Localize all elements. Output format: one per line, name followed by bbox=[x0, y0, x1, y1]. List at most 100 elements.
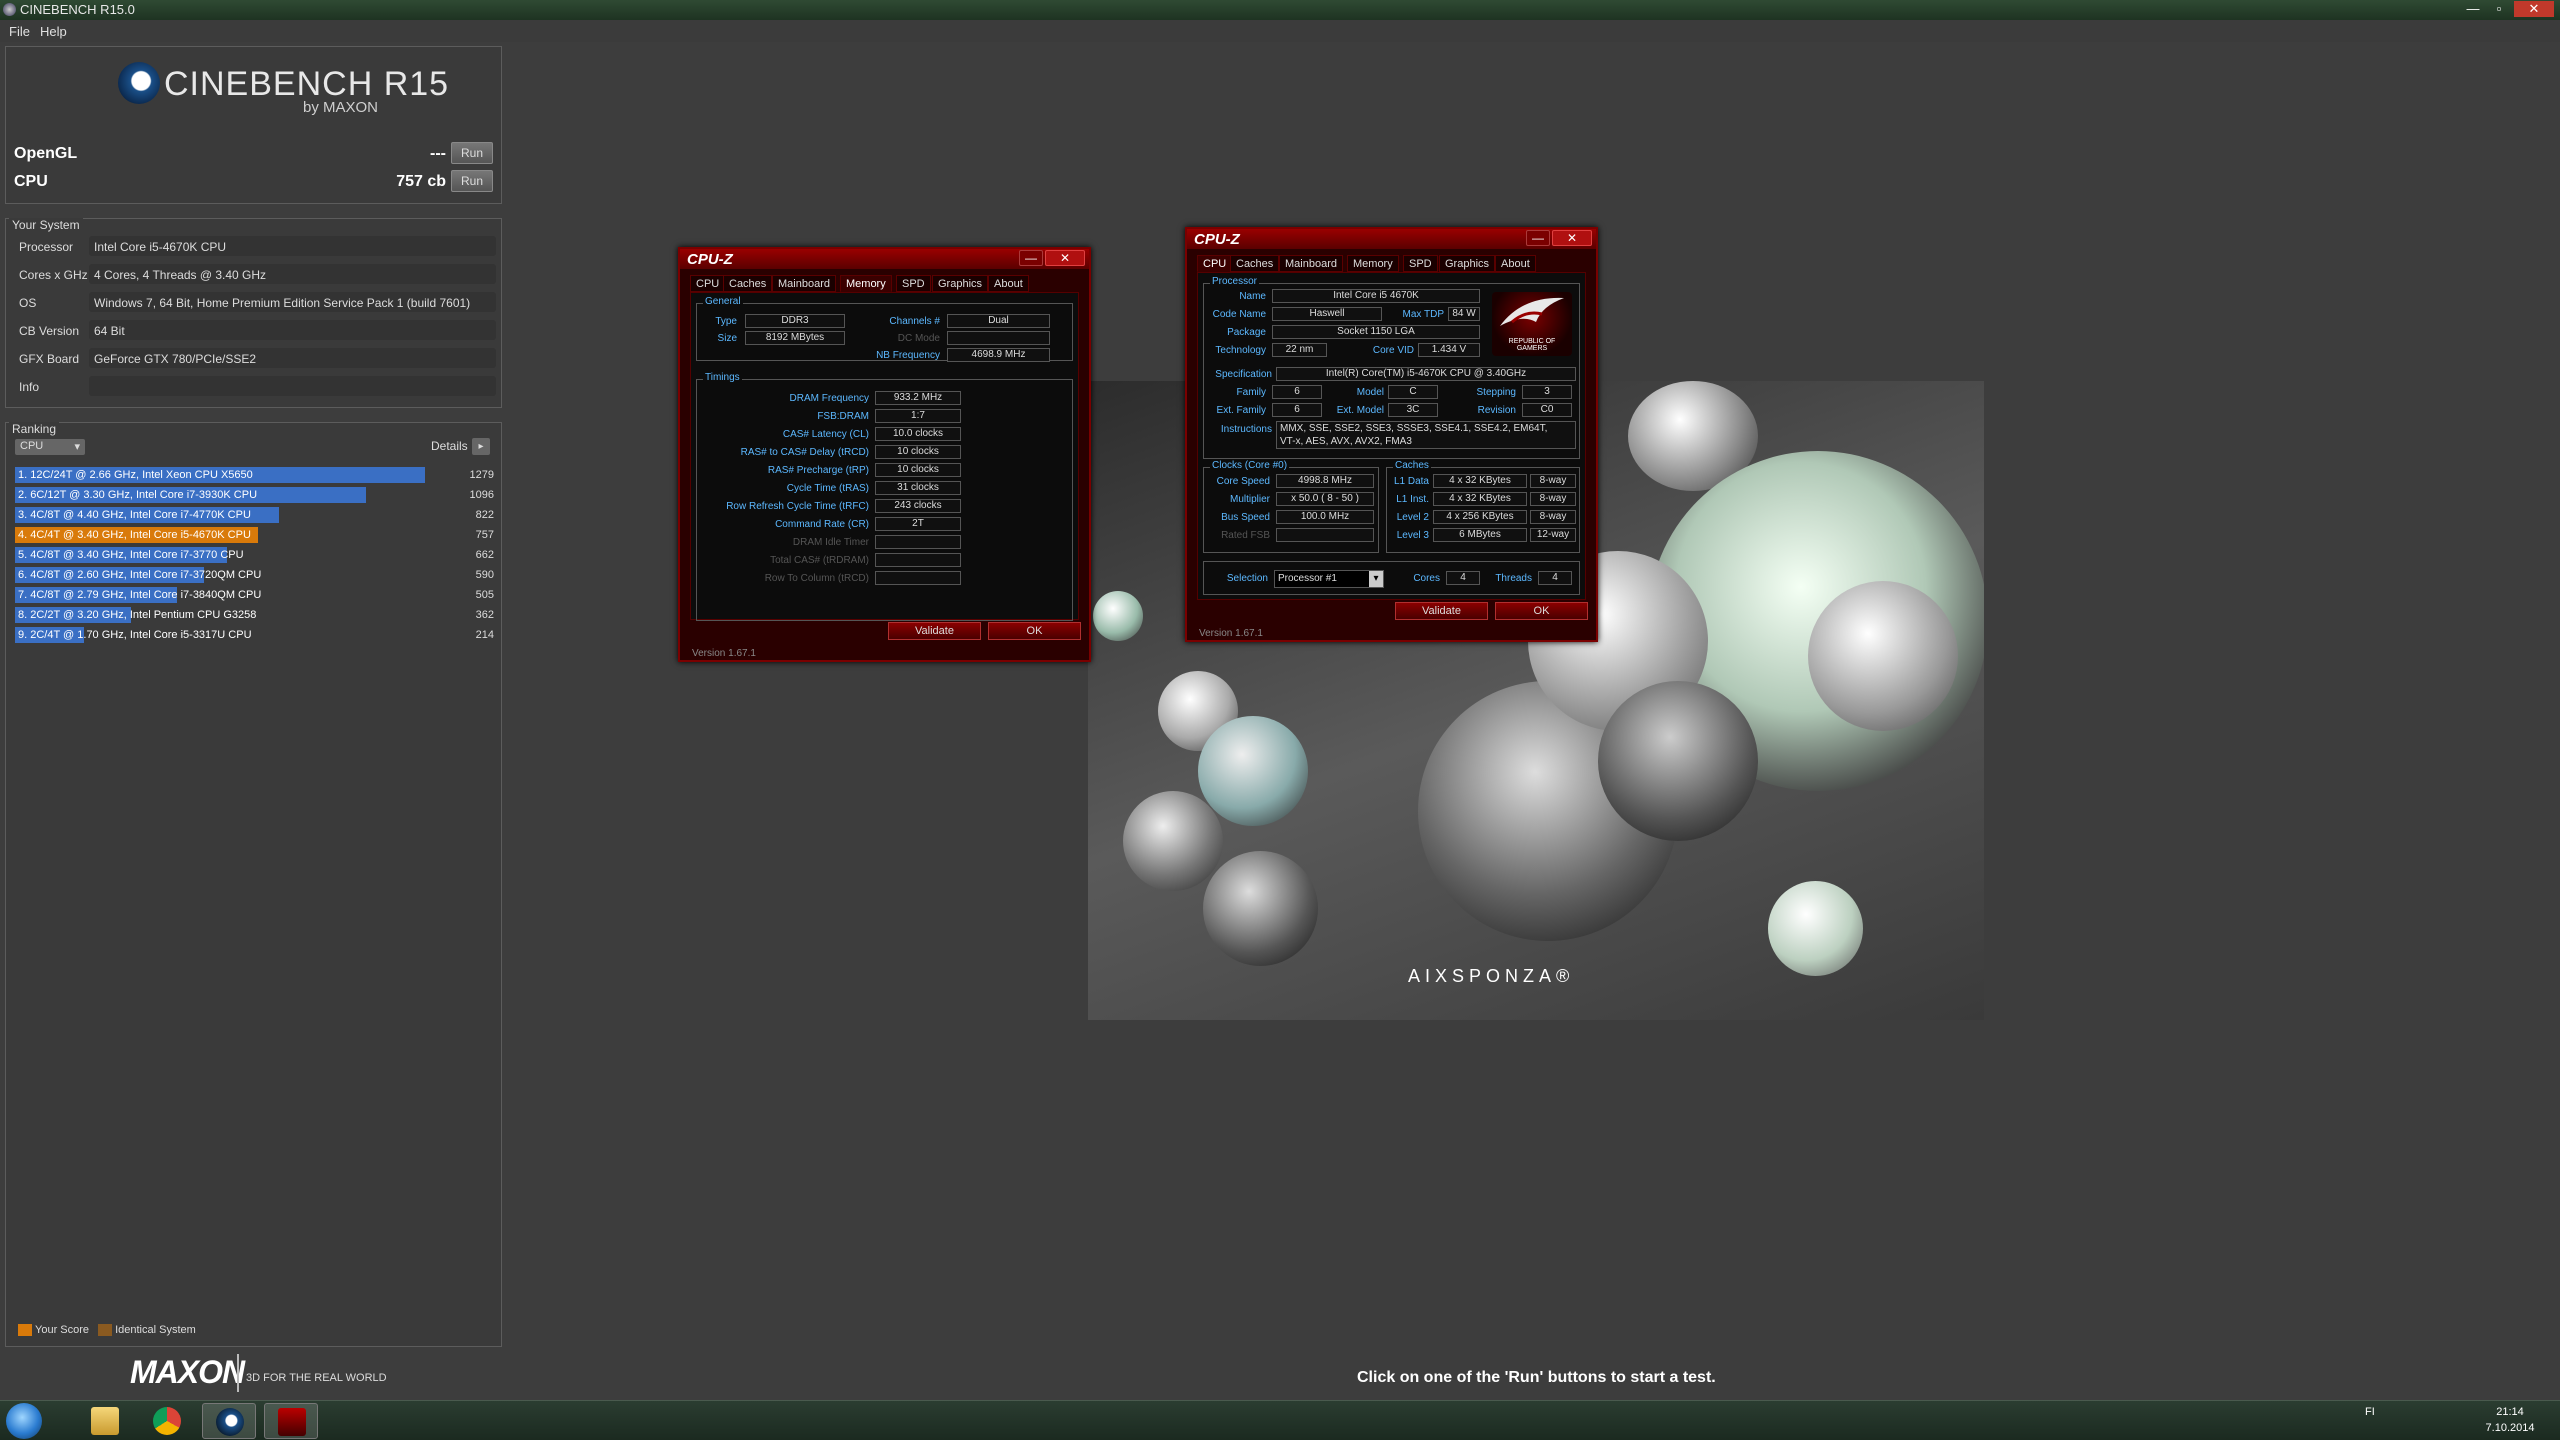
timing-label: Row To Column (tRCD) bbox=[764, 573, 869, 584]
tab-caches[interactable]: Caches bbox=[1230, 255, 1280, 272]
taskbar-chrome[interactable] bbox=[140, 1403, 194, 1439]
system-clock[interactable]: 21:14 7.10.2014 bbox=[2480, 1404, 2540, 1436]
timing-value bbox=[875, 535, 961, 549]
tab-spd[interactable]: SPD bbox=[896, 275, 931, 292]
ok-button[interactable]: OK bbox=[1495, 602, 1588, 620]
tab-mainboard[interactable]: Mainboard bbox=[1279, 255, 1343, 272]
rog-text: REPUBLIC OF GAMERS bbox=[1508, 338, 1556, 352]
close-button[interactable]: ✕ bbox=[2514, 1, 2554, 17]
timings-group: Timings DRAM Frequency 933.2 MHz FSB:DRAM 1… bbox=[696, 372, 1073, 621]
technology-label: Technology bbox=[1215, 345, 1266, 356]
menu-help[interactable]: Help bbox=[40, 24, 67, 39]
tab-caches[interactable]: Caches bbox=[723, 275, 773, 292]
ranking-row[interactable]: 1. 12C/24T @ 2.66 GHz, Intel Xeon CPU X5… bbox=[15, 466, 498, 484]
tab-cpu[interactable]: CPU bbox=[1197, 255, 1233, 272]
spec-value: Intel(R) Core(TM) i5-4670K CPU @ 3.40GHz bbox=[1276, 367, 1576, 381]
ranking-row[interactable]: 2. 6C/12T @ 3.30 GHz, Intel Core i7-3930… bbox=[15, 486, 498, 504]
ranking-score: 590 bbox=[475, 569, 494, 581]
ranking-type-select[interactable]: CPU ▾ bbox=[15, 439, 85, 455]
minimize-button[interactable]: — bbox=[1526, 230, 1550, 246]
system-panel-title: Your System bbox=[9, 218, 83, 232]
sys-label: OS bbox=[19, 296, 37, 310]
tab-about[interactable]: About bbox=[1495, 255, 1536, 272]
timing-value: 31 clocks bbox=[875, 481, 961, 495]
type-label: Type bbox=[715, 316, 737, 327]
menu-file[interactable]: File bbox=[9, 24, 30, 39]
ok-button[interactable]: OK bbox=[988, 622, 1081, 640]
ranking-row[interactable]: 6. 4C/8T @ 2.60 GHz, Intel Core i7-3720Q… bbox=[15, 566, 498, 584]
model-value: C bbox=[1388, 385, 1438, 399]
ratedfsb-label: Rated FSB bbox=[1221, 530, 1270, 541]
window-title: CINEBENCH R15.0 bbox=[20, 2, 135, 17]
render-sphere bbox=[1198, 716, 1308, 826]
ranking-title: Ranking bbox=[9, 422, 60, 436]
windows-start-icon[interactable] bbox=[6, 1403, 42, 1439]
tab-graphics[interactable]: Graphics bbox=[1439, 255, 1496, 272]
system-panel: Your System Processor Intel Core i5-4670… bbox=[5, 218, 502, 408]
general-title: General bbox=[703, 296, 743, 307]
sys-row-gfx: GFX Board GeForce GTX 780/PCIe/SSE2 bbox=[14, 348, 499, 370]
minimize-button[interactable]: — bbox=[2462, 1, 2484, 17]
sys-value: 4 Cores, 4 Threads @ 3.40 GHz bbox=[89, 264, 496, 284]
cpu-score: 757 cb bbox=[396, 173, 446, 190]
details-button[interactable]: ▸ bbox=[472, 438, 490, 455]
rog-eye-icon bbox=[1500, 297, 1564, 326]
ranking-row[interactable]: 3. 4C/8T @ 4.40 GHz, Intel Core i7-4770K… bbox=[15, 506, 498, 524]
tab-memory[interactable]: Memory bbox=[840, 275, 892, 292]
ranking-row[interactable]: 4. 4C/4T @ 3.40 GHz, Intel Core i5-4670K… bbox=[15, 526, 498, 544]
title-bar: CINEBENCH R15.0 — ▫ ✕ bbox=[0, 0, 2560, 20]
ranking-row[interactable]: 7. 4C/8T @ 2.79 GHz, Intel Core i7-3840Q… bbox=[15, 586, 498, 604]
sys-label: CB Version bbox=[19, 324, 80, 338]
validate-button[interactable]: Validate bbox=[1395, 602, 1488, 620]
version-label: Version 1.67.1 bbox=[692, 648, 756, 659]
tab-graphics[interactable]: Graphics bbox=[932, 275, 989, 292]
cpu-run-button[interactable]: Run bbox=[451, 170, 493, 192]
render-sphere bbox=[1768, 881, 1863, 976]
tab-mainboard[interactable]: Mainboard bbox=[772, 275, 836, 292]
taskbar-explorer[interactable] bbox=[78, 1403, 132, 1439]
minimize-button[interactable]: — bbox=[1019, 250, 1043, 266]
clocks-group: Clocks (Core #0) Core Speed 4998.8 MHz M… bbox=[1203, 460, 1379, 553]
revision-label: Revision bbox=[1477, 405, 1516, 416]
size-value: 8192 MBytes bbox=[745, 331, 845, 345]
name-value: Intel Core i5 4670K bbox=[1272, 289, 1480, 303]
cores-value: 4 bbox=[1446, 571, 1480, 585]
ranking-label: 7. 4C/8T @ 2.79 GHz, Intel Core i7-3840Q… bbox=[18, 589, 262, 601]
taskbar-cinebench[interactable] bbox=[202, 1403, 256, 1439]
l1i-label: L1 Inst. bbox=[1396, 494, 1429, 505]
render-watermark: AIXSPONZA® bbox=[1408, 966, 1575, 986]
ranking-score: 214 bbox=[475, 629, 494, 641]
caches-group: Caches L1 Data 4 x 32 KBytes 8-way L1 In… bbox=[1386, 460, 1580, 553]
tab-memory[interactable]: Memory bbox=[1347, 255, 1399, 272]
opengl-run-button[interactable]: Run bbox=[451, 142, 493, 164]
taskbar-cpuz[interactable] bbox=[264, 1403, 318, 1439]
validate-button[interactable]: Validate bbox=[888, 622, 981, 640]
l1d-way: 8-way bbox=[1530, 474, 1576, 488]
ranking-label: 9. 2C/4T @ 1.70 GHz, Intel Core i5-3317U… bbox=[18, 629, 252, 641]
clock-time: 21:14 bbox=[2496, 1406, 2524, 1418]
timing-label: Row Refresh Cycle Time (tRFC) bbox=[726, 501, 869, 512]
ranking-row[interactable]: 5. 4C/8T @ 3.40 GHz, Intel Core i7-3770 … bbox=[15, 546, 498, 564]
l2-value: 4 x 256 KBytes bbox=[1433, 510, 1527, 524]
ranking-row[interactable]: 9. 2C/4T @ 1.70 GHz, Intel Core i5-3317U… bbox=[15, 626, 498, 644]
opengl-row: OpenGL --- Run bbox=[6, 142, 501, 171]
close-button[interactable]: ✕ bbox=[1045, 250, 1085, 266]
info-field[interactable] bbox=[89, 376, 496, 396]
ranking-score: 1096 bbox=[469, 489, 494, 501]
corespeed-value: 4998.8 MHz bbox=[1276, 474, 1374, 488]
threads-label: Threads bbox=[1495, 573, 1532, 584]
tab-spd[interactable]: SPD bbox=[1403, 255, 1438, 272]
l3-way: 12-way bbox=[1530, 528, 1576, 542]
chevron-down-icon: ▾ bbox=[1369, 571, 1383, 587]
tab-cpu[interactable]: CPU bbox=[690, 275, 726, 292]
timing-value: 1:7 bbox=[875, 409, 961, 423]
tab-about[interactable]: About bbox=[988, 275, 1029, 292]
language-indicator[interactable]: FI bbox=[2365, 1406, 2375, 1418]
ranking-label: 1. 12C/24T @ 2.66 GHz, Intel Xeon CPU X5… bbox=[18, 469, 253, 481]
processor-select[interactable]: Processor #1 ▾ bbox=[1274, 570, 1384, 588]
close-button[interactable]: ✕ bbox=[1552, 230, 1592, 246]
maximize-button[interactable]: ▫ bbox=[2488, 1, 2510, 17]
sys-row-cb-version: CB Version 64 Bit bbox=[14, 320, 499, 342]
ranking-label: 6. 4C/8T @ 2.60 GHz, Intel Core i7-3720Q… bbox=[18, 569, 262, 581]
ranking-row[interactable]: 8. 2C/2T @ 3.20 GHz, Intel Pentium CPU G… bbox=[15, 606, 498, 624]
